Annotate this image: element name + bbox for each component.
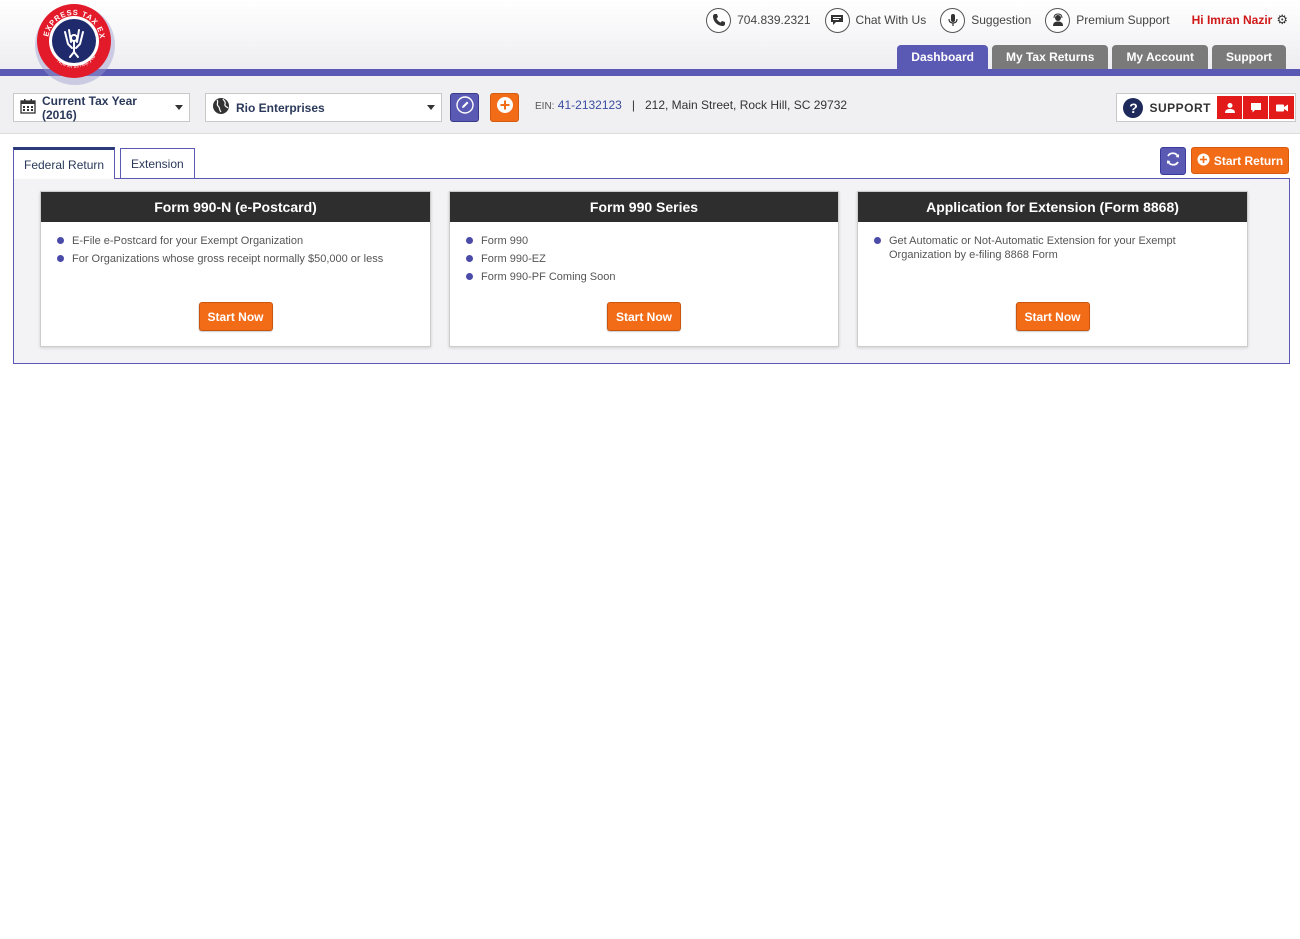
start-return-label: Start Return bbox=[1213, 153, 1284, 168]
chat-icon bbox=[824, 7, 850, 33]
tab-federal-return[interactable]: Federal Return bbox=[13, 147, 116, 179]
microphone-icon bbox=[940, 7, 966, 33]
card-feature-list: E-File e-Postcard for your Exempt Organi… bbox=[41, 222, 430, 266]
chevron-down-icon bbox=[175, 105, 183, 110]
start-now-button[interactable]: Start Now bbox=[1015, 302, 1090, 331]
calendar-icon bbox=[20, 98, 36, 117]
list-item: Form 990-PF Coming Soon bbox=[466, 270, 838, 284]
start-now-button[interactable]: Start Now bbox=[606, 302, 682, 331]
support-user-button[interactable] bbox=[1217, 96, 1242, 119]
start-now-button[interactable]: Start Now bbox=[198, 302, 273, 331]
card-form-8868-extension: Application for Extension (Form 8868) Ge… bbox=[857, 191, 1248, 347]
tax-year-value: Current Tax Year (2016) bbox=[42, 93, 137, 122]
organization-details: EIN: 41-2132123 | 212, Main Street, Rock… bbox=[535, 98, 847, 112]
support-video-button[interactable] bbox=[1269, 96, 1294, 119]
gear-icon[interactable]: ⚙ bbox=[1276, 12, 1288, 28]
tax-year-dropdown[interactable]: Current Tax Year (2016) bbox=[13, 93, 190, 122]
phone-icon bbox=[706, 7, 732, 33]
separator: | bbox=[631, 98, 635, 112]
list-item: For Organizations whose gross receipt no… bbox=[57, 252, 430, 266]
support-chat-button[interactable] bbox=[1243, 96, 1268, 119]
question-icon: ? bbox=[1123, 97, 1144, 118]
video-camera-icon bbox=[1275, 104, 1288, 111]
ein-value: 41-2132123 bbox=[557, 98, 622, 112]
card-feature-list: Form 990 Form 990-EZ Form 990-PF Coming … bbox=[450, 222, 838, 284]
list-item: Form 990 bbox=[466, 234, 838, 248]
support-widget: ? SUPPORT bbox=[1116, 93, 1296, 122]
chat-label: Chat With Us bbox=[855, 13, 927, 27]
nav-tab-my-account[interactable]: My Account bbox=[1112, 45, 1208, 69]
chat-icon bbox=[1250, 102, 1261, 112]
express-tax-exempt-logo[interactable]: EXPRESS TAX EXEMPT Now let us help you bbox=[30, 0, 116, 88]
organization-address: 212, Main Street, Rock Hill, SC 29732 bbox=[644, 98, 848, 112]
list-item: Form 990-EZ bbox=[466, 252, 838, 266]
nav-tab-support[interactable]: Support bbox=[1212, 45, 1286, 69]
card-form-990n: Form 990-N (e-Postcard) E-File e-Postcar… bbox=[40, 191, 431, 347]
user-greeting[interactable]: Hi Imran Nazir ⚙ bbox=[1192, 12, 1288, 28]
suggestion-link[interactable]: Suggestion bbox=[940, 7, 1032, 33]
main-nav: Dashboard My Tax Returns My Account Supp… bbox=[897, 45, 1286, 69]
refresh-icon bbox=[1165, 151, 1181, 172]
chevron-down-icon bbox=[427, 105, 435, 110]
list-item: E-File e-Postcard for your Exempt Organi… bbox=[57, 234, 430, 248]
user-icon bbox=[1224, 102, 1235, 113]
add-organization-button[interactable] bbox=[490, 93, 519, 122]
organization-toolbar: Current Tax Year (2016) Rio Enterprises … bbox=[0, 76, 1300, 134]
list-item: Get Automatic or Not-Automatic Extension… bbox=[874, 234, 1247, 262]
card-form-990-series: Form 990 Series Form 990 Form 990-EZ For… bbox=[449, 191, 839, 347]
phone-contact[interactable]: 704.839.2321 bbox=[706, 7, 811, 33]
card-feature-list: Get Automatic or Not-Automatic Extension… bbox=[858, 222, 1247, 262]
card-title: Form 990 Series bbox=[450, 192, 838, 222]
premium-support-label: Premium Support bbox=[1076, 13, 1170, 27]
nav-tab-my-tax-returns[interactable]: My Tax Returns bbox=[991, 45, 1109, 69]
plus-circle-icon bbox=[496, 96, 514, 119]
premium-support-link[interactable]: Premium Support bbox=[1045, 7, 1170, 33]
globe-icon bbox=[212, 97, 230, 118]
card-title: Application for Extension (Form 8868) bbox=[858, 192, 1247, 222]
pencil-icon bbox=[455, 96, 474, 119]
organization-dropdown[interactable]: Rio Enterprises bbox=[205, 93, 442, 122]
chat-with-us-link[interactable]: Chat With Us bbox=[824, 7, 927, 33]
header-accent-bar bbox=[0, 69, 1300, 76]
support-label: SUPPORT bbox=[1149, 100, 1211, 115]
edit-organization-button[interactable] bbox=[450, 93, 479, 122]
greeting-text: Hi Imran Nazir bbox=[1191, 13, 1273, 27]
tab-extension[interactable]: Extension bbox=[120, 148, 195, 178]
card-title: Form 990-N (e-Postcard) bbox=[41, 192, 430, 222]
support-agent-icon bbox=[1045, 7, 1071, 33]
ein-label: EIN: bbox=[535, 101, 555, 112]
suggestion-label: Suggestion bbox=[971, 13, 1032, 27]
nav-tab-dashboard[interactable]: Dashboard bbox=[897, 45, 988, 69]
phone-number: 704.839.2321 bbox=[737, 13, 811, 27]
start-return-button[interactable]: Start Return bbox=[1191, 147, 1289, 174]
refresh-button[interactable] bbox=[1160, 147, 1186, 175]
organization-name: Rio Enterprises bbox=[236, 100, 325, 115]
header-contact-bar: 704.839.2321 Chat With Us Suggestion Pre… bbox=[706, 7, 1288, 33]
plus-circle-icon bbox=[1197, 153, 1210, 169]
